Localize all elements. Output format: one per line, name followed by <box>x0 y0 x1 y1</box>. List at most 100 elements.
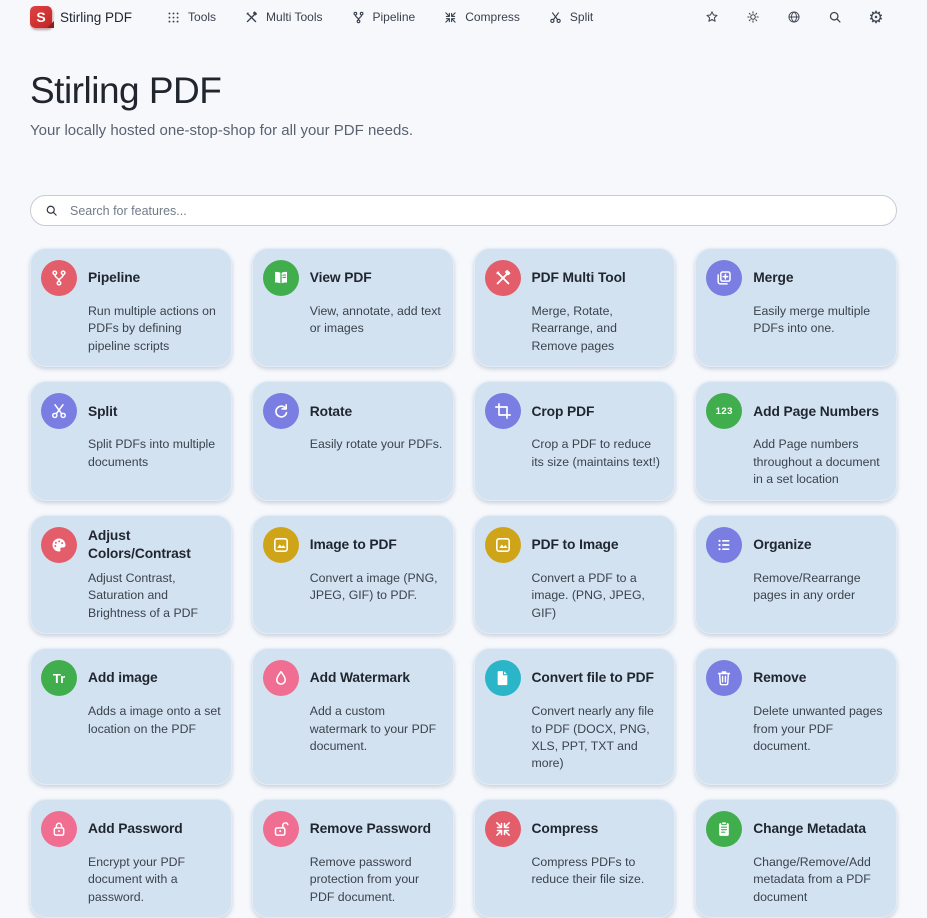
stirling-logo-icon: S <box>30 6 52 28</box>
tool-card-add-password[interactable]: Add Password Encrypt your PDF document w… <box>30 799 232 918</box>
tool-card-adjust-colors-contrast[interactable]: Adjust Colors/Contrast Adjust Contrast, … <box>30 515 232 634</box>
rotate-icon <box>263 393 299 429</box>
top-navbar: S Stirling PDF Tools Multi Tools Pipelin… <box>0 0 927 34</box>
card-title: PDF Multi Tool <box>532 269 626 286</box>
droplet-icon <box>263 660 299 696</box>
card-title: Rotate <box>310 403 352 420</box>
search-input[interactable] <box>30 195 897 226</box>
card-title: Image to PDF <box>310 536 397 553</box>
card-description: Encrypt your PDF document with a passwor… <box>88 854 221 906</box>
card-description: Compress PDFs to reduce their file size. <box>532 854 665 889</box>
tools-icon <box>485 260 521 296</box>
card-head: Remove Password <box>263 811 443 847</box>
tool-card-merge[interactable]: Merge Easily merge multiple PDFs into on… <box>695 248 897 367</box>
image-icon <box>263 527 299 563</box>
tool-card-convert-file-to-pdf[interactable]: Convert file to PDF Convert nearly any f… <box>474 648 676 785</box>
card-description: Adjust Contrast, Saturation and Brightne… <box>88 570 221 622</box>
card-head: Add Watermark <box>263 660 443 696</box>
page-header: Stirling PDF Your locally hosted one-sto… <box>0 34 927 139</box>
clipboard-icon <box>706 811 742 847</box>
globe-icon[interactable] <box>785 8 803 26</box>
palette-icon <box>41 527 77 563</box>
scissors-icon <box>548 10 563 25</box>
grid-icon <box>166 10 181 25</box>
nav-item-label: Pipeline <box>373 10 416 24</box>
brightness-icon[interactable] <box>744 8 762 26</box>
tool-card-crop-pdf[interactable]: Crop PDF Crop a PDF to reduce its size (… <box>474 381 676 500</box>
nav-item-compress[interactable]: Compress <box>443 10 520 25</box>
tool-card-view-pdf[interactable]: View PDF View, annotate, add text or ima… <box>252 248 454 367</box>
card-head: 123 Add Page Numbers <box>706 393 886 429</box>
page-title: Stirling PDF <box>30 70 897 112</box>
star-icon[interactable] <box>703 8 721 26</box>
card-description: Convert a PDF to a image. (PNG, JPEG, GI… <box>532 570 665 622</box>
nav-item-split[interactable]: Split <box>548 10 593 25</box>
tool-card-split[interactable]: Split Split PDFs into multiple documents <box>30 381 232 500</box>
nav-item-tools[interactable]: Tools <box>166 10 216 25</box>
card-head: Merge <box>706 260 886 296</box>
card-head: Convert file to PDF <box>485 660 665 696</box>
card-description: Change/Remove/Add metadata from a PDF do… <box>753 854 886 906</box>
card-title: PDF to Image <box>532 536 619 553</box>
tool-card-remove[interactable]: Remove Delete unwanted pages from your P… <box>695 648 897 785</box>
card-description: Remove/Rearrange pages in any order <box>753 570 886 605</box>
card-head: Compress <box>485 811 665 847</box>
tool-card-pipeline[interactable]: Pipeline Run multiple actions on PDFs by… <box>30 248 232 367</box>
pipeline-icon <box>351 10 366 25</box>
card-title: Remove <box>753 669 806 686</box>
unlock-icon <box>263 811 299 847</box>
numbers-123-icon: 123 <box>706 393 742 429</box>
card-description: Easily rotate your PDFs. <box>310 436 443 453</box>
tool-card-pdf-to-image[interactable]: PDF to Image Convert a PDF to a image. (… <box>474 515 676 634</box>
brand-name: Stirling PDF <box>60 10 132 25</box>
card-head: Pipeline <box>41 260 221 296</box>
tool-card-change-metadata[interactable]: Change Metadata Change/Remove/Add metada… <box>695 799 897 918</box>
card-title: View PDF <box>310 269 372 286</box>
card-title: Add Password <box>88 820 183 837</box>
card-description: Run multiple actions on PDFs by defining… <box>88 303 221 355</box>
search-icon[interactable] <box>826 8 844 26</box>
card-head: View PDF <box>263 260 443 296</box>
card-head: PDF to Image <box>485 527 665 563</box>
card-description: Crop a PDF to reduce its size (maintains… <box>532 436 665 471</box>
tool-card-add-image[interactable]: Tr Add image Adds a image onto a set loc… <box>30 648 232 785</box>
card-title: Remove Password <box>310 820 431 837</box>
logo-letter: S <box>36 10 45 24</box>
card-head: Add Password <box>41 811 221 847</box>
card-title: Pipeline <box>88 269 140 286</box>
tool-card-organize[interactable]: Organize Remove/Rearrange pages in any o… <box>695 515 897 634</box>
card-description: Add Page numbers throughout a document i… <box>753 436 886 488</box>
nav-actions: ⚙ <box>703 8 885 26</box>
card-title: Compress <box>532 820 599 837</box>
brand[interactable]: S Stirling PDF <box>30 6 132 28</box>
card-description: Adds a image onto a set location on the … <box>88 703 221 738</box>
image-icon <box>485 527 521 563</box>
file-icon <box>485 660 521 696</box>
nav-item-label: Compress <box>465 10 520 24</box>
merge-icon <box>706 260 742 296</box>
tool-card-add-watermark[interactable]: Add Watermark Add a custom watermark to … <box>252 648 454 785</box>
card-title: Crop PDF <box>532 403 595 420</box>
card-description: Delete unwanted pages from your PDF docu… <box>753 703 886 755</box>
tool-card-remove-password[interactable]: Remove Password Remove password protecti… <box>252 799 454 918</box>
tool-card-compress[interactable]: Compress Compress PDFs to reduce their f… <box>474 799 676 918</box>
card-description: Easily merge multiple PDFs into one. <box>753 303 886 338</box>
tools-icon <box>244 10 259 25</box>
nav-item-pipeline[interactable]: Pipeline <box>351 10 416 25</box>
card-head: PDF Multi Tool <box>485 260 665 296</box>
trash-icon <box>706 660 742 696</box>
gear-icon[interactable]: ⚙ <box>867 8 885 26</box>
card-title: Convert file to PDF <box>532 669 654 686</box>
compress-icon <box>485 811 521 847</box>
tool-card-add-page-numbers[interactable]: 123 Add Page Numbers Add Page numbers th… <box>695 381 897 500</box>
card-title: Add Page Numbers <box>753 403 879 420</box>
crop-icon <box>485 393 521 429</box>
nav-item-multi-tools[interactable]: Multi Tools <box>244 10 322 25</box>
card-description: Convert a image (PNG, JPEG, GIF) to PDF. <box>310 570 443 605</box>
tool-card-rotate[interactable]: Rotate Easily rotate your PDFs. <box>252 381 454 500</box>
tool-card-image-to-pdf[interactable]: Image to PDF Convert a image (PNG, JPEG,… <box>252 515 454 634</box>
card-description: View, annotate, add text or images <box>310 303 443 338</box>
tool-card-pdf-multi-tool[interactable]: PDF Multi Tool Merge, Rotate, Rearrange,… <box>474 248 676 367</box>
list-icon <box>706 527 742 563</box>
card-title: Add Watermark <box>310 669 410 686</box>
